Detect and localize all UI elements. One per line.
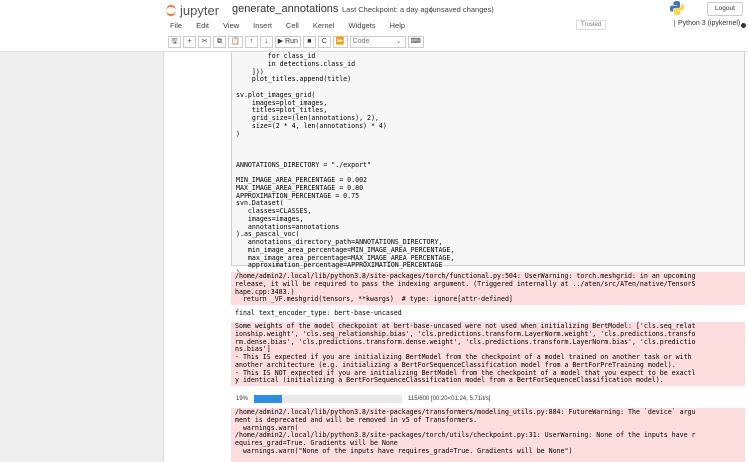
stderr-output: /home/admin2/.local/lib/python3.8/site-p…: [231, 272, 745, 305]
logo-text: jupyter: [180, 3, 220, 18]
toolbar: 🖫 + ✂ ⧉ 📋 ↑ ↓ ▶ Run ■ C ⏩ Code ⌄ ⌨: [168, 36, 424, 49]
chevron-down-icon: ⌄: [395, 38, 402, 45]
progress-bar: [254, 395, 403, 403]
insert-cell-icon[interactable]: +: [183, 36, 196, 48]
stderr-text: /home/admin2/.local/lib/python3.8/site-p…: [235, 272, 696, 304]
progress-percent: 19%: [236, 396, 249, 402]
progress-fill: [254, 395, 283, 403]
menu-file[interactable]: File: [163, 21, 189, 30]
trusted-badge[interactable]: Trusted: [576, 20, 607, 30]
cell-type-select[interactable]: Code ⌄: [349, 36, 406, 48]
menu-insert[interactable]: Insert: [246, 21, 279, 30]
checkpoint-status: Last Checkpoint: a day ago: [342, 5, 433, 14]
header: jupyter generate_annotations Last Checkp…: [0, 0, 748, 52]
stderr-output: Some weights of the model checkpoint at …: [231, 322, 745, 386]
notebook-container: for class_id in detections.class_id ])) …: [163, 52, 748, 462]
code-line: ANNOTATIONS_DIRECTORY = "./export": [236, 160, 371, 169]
stderr-output: /home/admin2/.local/lib/python3.8/site-p…: [231, 408, 745, 462]
code-line: svn.Dataset(: [236, 199, 284, 208]
code-editor[interactable]: for class_id in detections.class_id ])) …: [236, 52, 740, 278]
code-cell-input[interactable]: for class_id in detections.class_id ])) …: [231, 52, 745, 277]
progress-status: 115/600 [00:20<01:24, 5.71it/s]: [408, 396, 491, 402]
cut-icon[interactable]: ✂: [198, 36, 211, 48]
menu-widgets[interactable]: Widgets: [342, 21, 383, 30]
python-logo-icon: [670, 1, 684, 15]
code-line: annotations=annotations: [236, 222, 340, 231]
stdout-output: final text_encoder_type: bert-base-uncas…: [231, 309, 745, 319]
jupyter-logo[interactable]: jupyter: [166, 3, 219, 18]
notebook-name[interactable]: generate_annotations: [232, 3, 338, 15]
menu-view[interactable]: View: [216, 21, 246, 30]
stderr-text: /home/admin2/.local/lib/python3.8/site-p…: [235, 408, 696, 455]
menu-edit[interactable]: Edit: [189, 21, 216, 30]
move-down-icon[interactable]: ↓: [259, 36, 273, 48]
code-line: size=(2 * 4, len(annotations) * 4): [236, 121, 387, 130]
copy-icon[interactable]: ⧉: [213, 36, 226, 48]
stdout-text: final text_encoder_type: bert-base-uncas…: [235, 309, 402, 317]
run-button[interactable]: ▶ Run: [274, 36, 301, 48]
logout-button[interactable]: Logout: [707, 2, 743, 16]
menu-help[interactable]: Help: [383, 21, 412, 30]
move-up-icon[interactable]: ↑: [244, 36, 258, 48]
code-line: in detections.class_id: [236, 59, 356, 68]
menu-bar: File Edit View Insert Cell Kernel Widget…: [163, 17, 748, 34]
menu-kernel[interactable]: Kernel: [306, 21, 342, 30]
unsaved-status: (unsaved changes): [430, 5, 494, 14]
code-line: APPROXIMATION_PERCENTAGE = 0.75: [236, 191, 360, 200]
keyboard-icon[interactable]: ⌨: [407, 36, 424, 48]
stop-icon[interactable]: ■: [302, 36, 316, 48]
save-icon[interactable]: 🖫: [168, 36, 181, 48]
code-line: plot_titles.append(title): [236, 75, 352, 84]
kernel-busy-indicator-icon: [741, 23, 746, 28]
code-line: ): [236, 129, 240, 138]
jupyter-logo-icon: [166, 5, 176, 16]
code-line: approximation_percentage=APPROXIMATION_P…: [236, 261, 443, 270]
menu-cell[interactable]: Cell: [279, 21, 306, 30]
restart-icon[interactable]: C: [317, 36, 331, 48]
cell-type-value: Code: [352, 38, 370, 45]
stderr-text: Some weights of the model checkpoint at …: [235, 322, 696, 385]
progress-bar-widget: 19% 115/600 [00:20<01:24, 5.71it/s]: [236, 395, 490, 403]
restart-run-all-icon[interactable]: ⏩: [332, 36, 348, 48]
code-line: classes=CLASSES,: [236, 207, 312, 215]
paste-icon[interactable]: 📋: [228, 36, 243, 48]
kernel-name[interactable]: Python 3 (ipykernel): [674, 20, 740, 27]
